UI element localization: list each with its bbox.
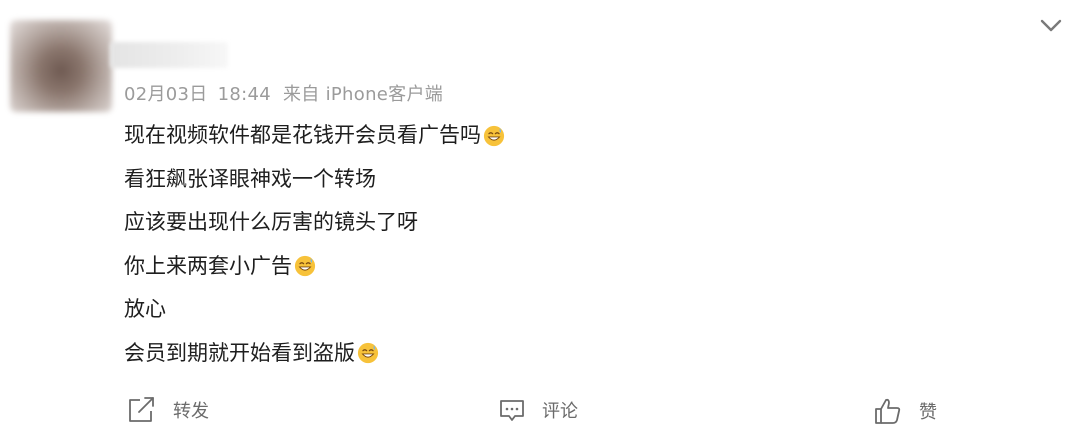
post-source: 来自 iPhone客户端	[282, 84, 444, 105]
post-content: 现在视频软件都是花钱开会员看广告吗 看狂飙张译眼神戏一个转场 应该要出现什么厉害…	[124, 114, 1024, 375]
post-line-text: 会员到期就开始看到盗版	[124, 340, 355, 365]
comment-icon	[500, 400, 524, 421]
post-line-text: 现在视频软件都是花钱开会员看广告吗	[124, 123, 481, 147]
like-label: 赞	[919, 402, 937, 423]
post-line: 放心	[124, 288, 1024, 332]
thumbs-up-icon	[875, 398, 901, 424]
sweat-smile-emoji	[294, 256, 316, 277]
post-meta: 02月03日 18:44 来自 iPhone客户端	[124, 80, 453, 106]
post-line: 你上来两套小广告	[124, 245, 1024, 289]
share-icon	[129, 397, 154, 422]
post-actions: 转发 评论 赞	[0, 396, 1080, 426]
post-line-text: 放心	[124, 297, 166, 321]
like-button[interactable]: 赞	[873, 396, 937, 426]
post-time: 18:44	[217, 84, 271, 105]
post-line: 应该要出现什么厉害的镜头了呀	[124, 201, 1024, 245]
chevron-down-icon[interactable]	[1038, 16, 1064, 36]
repost-label: 转发	[173, 401, 209, 422]
post-line: 看狂飙张译眼神戏一个转场	[124, 158, 1024, 202]
sweat-smile-emoji	[357, 343, 379, 364]
repost-button[interactable]: 转发	[127, 396, 209, 424]
post-line-text: 看狂飙张译眼神戏一个转场	[124, 166, 376, 191]
post-date: 02月03日	[124, 84, 208, 105]
post-line: 会员到期就开始看到盗版	[124, 332, 1024, 376]
comment-label: 评论	[542, 401, 578, 422]
avatar[interactable]	[10, 20, 112, 112]
post-line-text: 应该要出现什么厉害的镜头了呀	[124, 210, 418, 234]
post-line-text: 你上来两套小广告	[124, 253, 292, 278]
sweat-smile-emoji	[483, 125, 505, 146]
username-blurred[interactable]	[110, 42, 228, 68]
post-line: 现在视频软件都是花钱开会员看广告吗	[124, 114, 1024, 158]
comment-button[interactable]: 评论	[498, 396, 578, 424]
